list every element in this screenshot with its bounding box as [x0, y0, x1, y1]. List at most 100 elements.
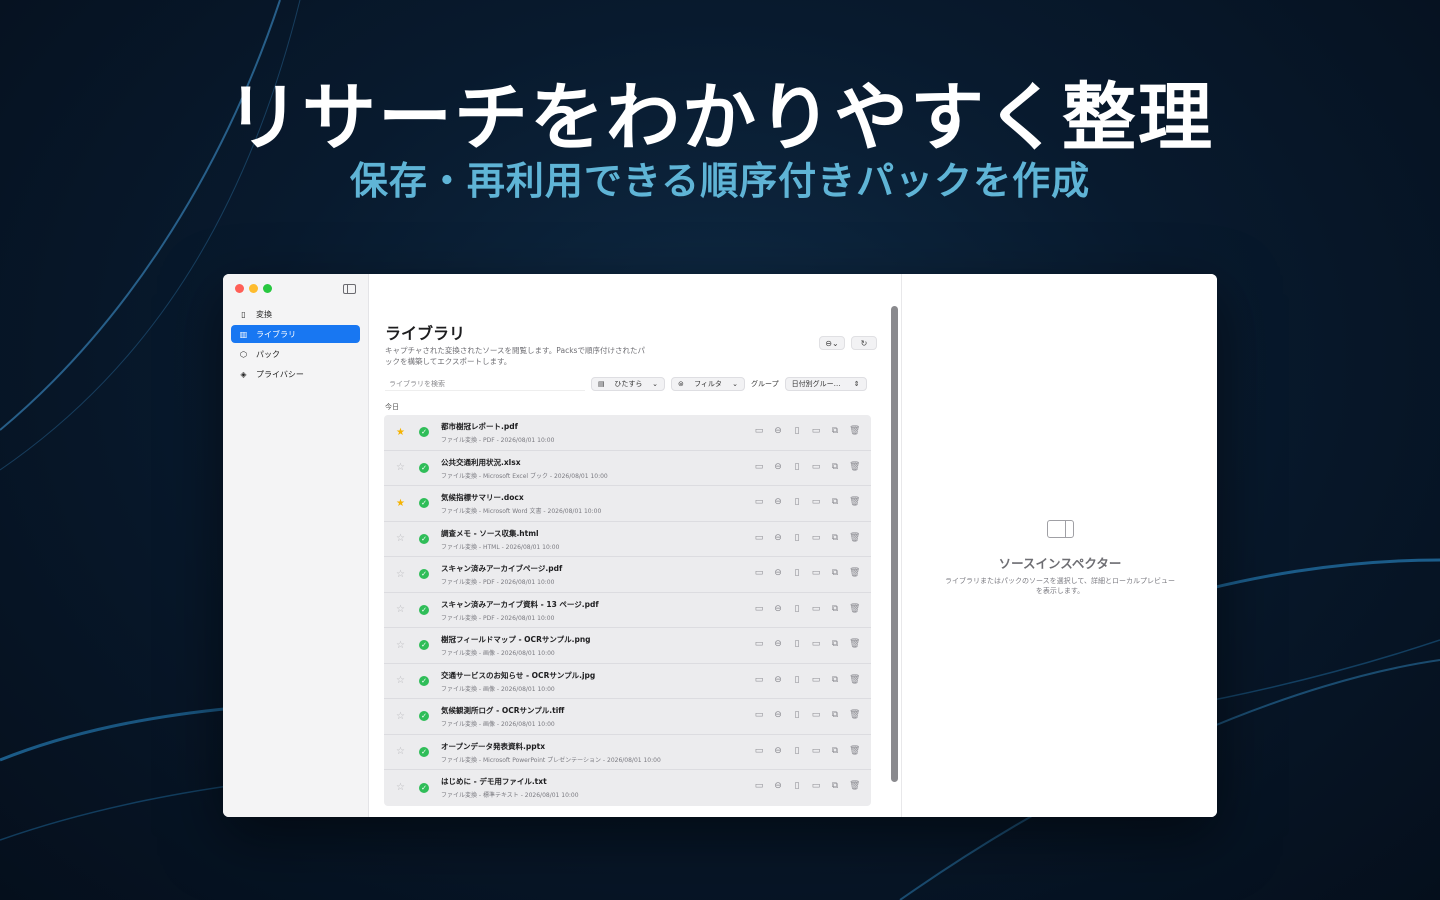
folder-icon[interactable]: ▭: [811, 462, 821, 473]
filter-select[interactable]: ⊜ フィルタ ⌄: [671, 377, 745, 391]
trash-icon[interactable]: 🗑: [849, 710, 860, 721]
row-text: はじめに - デモ用ファイル.txt ファイル変換 - 標準テキスト - 2026…: [441, 776, 579, 799]
star-icon[interactable]: ☆: [396, 711, 405, 722]
folder-icon[interactable]: ▭: [811, 710, 821, 721]
preview-icon[interactable]: ▭: [754, 533, 764, 544]
copy-icon[interactable]: ⧉: [830, 568, 840, 579]
row-name: 交通サービスのお知らせ - OCRサンプル.jpg: [441, 670, 596, 680]
star-icon[interactable]: ★: [396, 427, 405, 438]
star-icon[interactable]: ☆: [396, 462, 405, 473]
table-row[interactable]: ★ ✓ 都市樹冠レポート.pdf ファイル変換 - PDF - 2026/08/01 …: [384, 415, 871, 451]
table-row[interactable]: ☆ ✓ はじめに - デモ用ファイル.txt ファイル変換 - 標準テキスト - 20…: [384, 770, 871, 806]
copy-icon[interactable]: ⧉: [830, 604, 840, 615]
document-icon[interactable]: ▯: [792, 568, 802, 579]
copy-icon[interactable]: ⧉: [830, 710, 840, 721]
trash-icon[interactable]: 🗑: [849, 746, 860, 757]
table-row[interactable]: ☆ ✓ 気候観測所ログ - OCRサンプル.tiff ファイル変換 - 画像 - 20…: [384, 699, 871, 735]
table-row[interactable]: ☆ ✓ 樹冠フィールドマップ - OCRサンプル.png ファイル変換 - 画像 - …: [384, 628, 871, 664]
trash-icon[interactable]: 🗑: [849, 781, 860, 792]
document-icon[interactable]: ▯: [792, 710, 802, 721]
remove-icon[interactable]: ⊖: [773, 533, 783, 544]
remove-icon[interactable]: ⊖: [773, 710, 783, 721]
table-row[interactable]: ☆ ✓ 交通サービスのお知らせ - OCRサンプル.jpg ファイル変換 - 画像 -…: [384, 664, 871, 699]
document-icon[interactable]: ▯: [792, 426, 802, 437]
copy-icon[interactable]: ⧉: [830, 533, 840, 544]
folder-icon[interactable]: ▭: [811, 568, 821, 579]
table-row[interactable]: ☆ ✓ 調査メモ - ソース収集.html ファイル変換 - HTML - 2026/…: [384, 522, 871, 557]
copy-icon[interactable]: ⧉: [830, 462, 840, 473]
folder-icon[interactable]: ▭: [811, 533, 821, 544]
star-icon[interactable]: ☆: [396, 569, 405, 580]
preview-icon[interactable]: ▭: [754, 781, 764, 792]
table-row[interactable]: ☆ ✓ オープンデータ発表資料.pptx ファイル変換 - Microsoft Pow…: [384, 735, 871, 770]
document-icon[interactable]: ▯: [792, 781, 802, 792]
group-select[interactable]: 日付別グルー… ⇕: [784, 377, 867, 391]
trash-icon[interactable]: 🗑: [849, 675, 860, 686]
trash-icon[interactable]: 🗑: [849, 426, 860, 437]
folder-icon[interactable]: ▭: [811, 426, 821, 437]
star-icon[interactable]: ☆: [396, 746, 405, 757]
more-options-button[interactable]: ⊖⌄: [819, 336, 845, 350]
preview-icon[interactable]: ▭: [754, 497, 764, 508]
star-icon[interactable]: ☆: [396, 533, 405, 544]
trash-icon[interactable]: 🗑: [849, 568, 860, 579]
remove-icon[interactable]: ⊖: [773, 568, 783, 579]
folder-icon[interactable]: ▭: [811, 675, 821, 686]
preview-icon[interactable]: ▭: [754, 568, 764, 579]
copy-icon[interactable]: ⧉: [830, 675, 840, 686]
preview-icon[interactable]: ▭: [754, 710, 764, 721]
folder-icon[interactable]: ▭: [811, 639, 821, 650]
preview-icon[interactable]: ▭: [754, 426, 764, 437]
remove-icon[interactable]: ⊖: [773, 426, 783, 437]
remove-icon[interactable]: ⊖: [773, 604, 783, 615]
search-input[interactable]: ライブラリを検索: [385, 377, 585, 391]
copy-icon[interactable]: ⧉: [830, 746, 840, 757]
remove-icon[interactable]: ⊖: [773, 497, 783, 508]
hero-headline: リサーチをわかりやすく整理: [226, 75, 1214, 161]
copy-icon[interactable]: ⧉: [830, 426, 840, 437]
preview-icon[interactable]: ▭: [754, 462, 764, 473]
remove-icon[interactable]: ⊖: [773, 746, 783, 757]
table-row[interactable]: ☆ ✓ スキャン済みアーカイブページ.pdf ファイル変換 - PDF - 2026/…: [384, 557, 871, 593]
document-icon[interactable]: ▯: [792, 675, 802, 686]
preview-icon[interactable]: ▭: [754, 639, 764, 650]
remove-icon[interactable]: ⊖: [773, 675, 783, 686]
trash-icon[interactable]: 🗑: [849, 604, 860, 615]
star-icon[interactable]: ☆: [396, 640, 405, 651]
scrollbar[interactable]: [891, 306, 898, 782]
document-icon[interactable]: ▯: [792, 604, 802, 615]
document-icon[interactable]: ▯: [792, 533, 802, 544]
table-row[interactable]: ☆ ✓ スキャン済みアーカイブ資料 - 13 ページ.pdf ファイル変換 - PDF…: [384, 593, 871, 628]
preview-icon[interactable]: ▭: [754, 746, 764, 757]
preview-icon[interactable]: ▭: [754, 675, 764, 686]
sort-select[interactable]: ▤ ひたすら ⌄: [591, 377, 665, 391]
refresh-button[interactable]: ↻: [851, 336, 877, 350]
trash-icon[interactable]: 🗑: [849, 533, 860, 544]
window-content: ライブラリ キャプチャされた変換されたソースを閲覧します。Packsで順序付けさ…: [223, 274, 1217, 817]
folder-icon[interactable]: ▭: [811, 604, 821, 615]
document-icon[interactable]: ▯: [792, 462, 802, 473]
folder-icon[interactable]: ▭: [811, 746, 821, 757]
remove-icon[interactable]: ⊖: [773, 639, 783, 650]
copy-icon[interactable]: ⧉: [830, 639, 840, 650]
star-icon[interactable]: ★: [396, 498, 405, 509]
folder-icon[interactable]: ▭: [811, 781, 821, 792]
check-icon: ✓: [419, 569, 429, 580]
remove-icon[interactable]: ⊖: [773, 781, 783, 792]
copy-icon[interactable]: ⧉: [830, 781, 840, 792]
star-icon[interactable]: ☆: [396, 675, 405, 686]
star-icon[interactable]: ☆: [396, 782, 405, 793]
remove-icon[interactable]: ⊖: [773, 462, 783, 473]
copy-icon[interactable]: ⧉: [830, 497, 840, 508]
document-icon[interactable]: ▯: [792, 639, 802, 650]
trash-icon[interactable]: 🗑: [849, 497, 860, 508]
document-icon[interactable]: ▯: [792, 497, 802, 508]
folder-icon[interactable]: ▭: [811, 497, 821, 508]
trash-icon[interactable]: 🗑: [849, 639, 860, 650]
document-icon[interactable]: ▯: [792, 746, 802, 757]
preview-icon[interactable]: ▭: [754, 604, 764, 615]
trash-icon[interactable]: 🗑: [849, 462, 860, 473]
star-icon[interactable]: ☆: [396, 604, 405, 615]
table-row[interactable]: ★ ✓ 気候指標サマリー.docx ファイル変換 - Microsoft Word 文…: [384, 486, 871, 522]
table-row[interactable]: ☆ ✓ 公共交通利用状況.xlsx ファイル変換 - Microsoft Excel …: [384, 451, 871, 486]
